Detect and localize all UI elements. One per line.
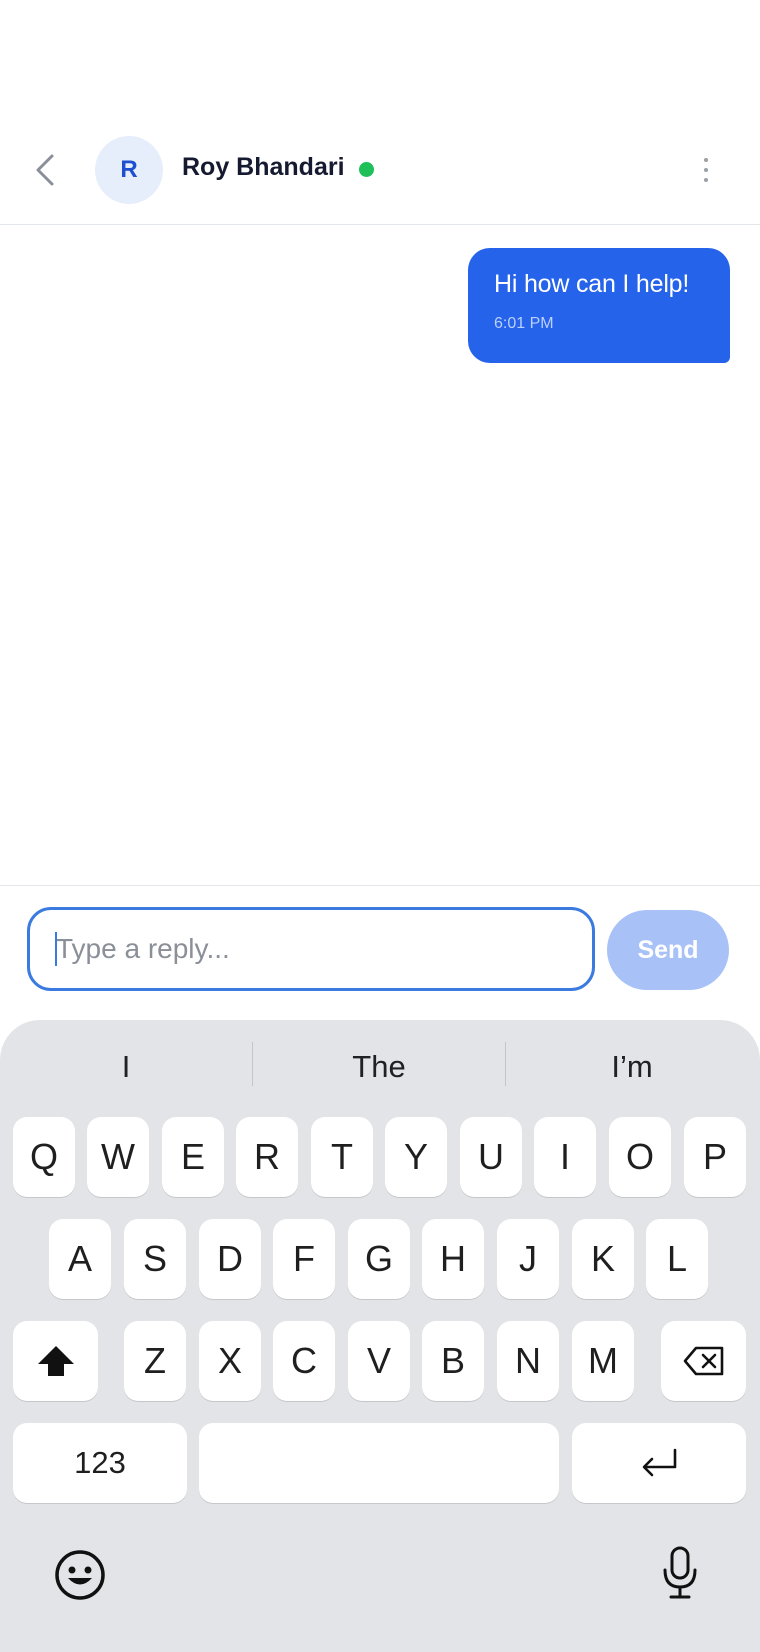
emoji-button[interactable]: [50, 1545, 110, 1605]
enter-key[interactable]: [572, 1423, 746, 1503]
shift-icon: [37, 1346, 74, 1376]
microphone-button[interactable]: [650, 1540, 710, 1606]
mic-icon: [663, 1546, 697, 1599]
key-y[interactable]: Y: [385, 1117, 447, 1197]
backspace-icon: [683, 1346, 723, 1376]
key-w[interactable]: W: [87, 1117, 149, 1197]
key-v[interactable]: V: [348, 1321, 410, 1401]
key-d[interactable]: D: [199, 1219, 261, 1299]
suggestion-1[interactable]: I: [0, 1042, 252, 1092]
key-o[interactable]: O: [609, 1117, 671, 1197]
key-e[interactable]: E: [162, 1117, 224, 1197]
backspace-key[interactable]: [661, 1321, 746, 1401]
key-l[interactable]: L: [646, 1219, 708, 1299]
emoji-icon: [55, 1550, 105, 1600]
suggestion-strip: I The I’m: [0, 1042, 760, 1092]
key-c[interactable]: C: [273, 1321, 335, 1401]
reply-input[interactable]: [27, 907, 595, 991]
key-q[interactable]: Q: [13, 1117, 75, 1197]
key-k[interactable]: K: [572, 1219, 634, 1299]
message-bubble-outgoing[interactable]: Hi how can I help! 6:01 PM: [468, 248, 730, 363]
online-status-dot: [359, 162, 374, 177]
contact-name: Roy Bhandari: [182, 153, 345, 181]
key-s[interactable]: S: [124, 1219, 186, 1299]
text-caret: [55, 932, 57, 966]
key-g[interactable]: G: [348, 1219, 410, 1299]
more-options-button[interactable]: [692, 150, 720, 190]
space-key[interactable]: [199, 1423, 559, 1503]
numbers-key[interactable]: 123: [13, 1423, 187, 1503]
key-b[interactable]: B: [422, 1321, 484, 1401]
key-r[interactable]: R: [236, 1117, 298, 1197]
suggestion-3[interactable]: I’m: [506, 1042, 758, 1092]
key-m[interactable]: M: [572, 1321, 634, 1401]
key-a[interactable]: A: [49, 1219, 111, 1299]
back-button[interactable]: [30, 150, 60, 190]
key-x[interactable]: X: [199, 1321, 261, 1401]
key-z[interactable]: Z: [124, 1321, 186, 1401]
key-p[interactable]: P: [684, 1117, 746, 1197]
chevron-left-icon: [36, 154, 54, 186]
key-f[interactable]: F: [273, 1219, 335, 1299]
key-i[interactable]: I: [534, 1117, 596, 1197]
avatar[interactable]: R: [95, 136, 163, 204]
key-j[interactable]: J: [497, 1219, 559, 1299]
message-text: Hi how can I help!: [494, 270, 690, 298]
enter-icon: [642, 1448, 677, 1477]
composer-bar: Send: [0, 885, 760, 1021]
key-t[interactable]: T: [311, 1117, 373, 1197]
key-n[interactable]: N: [497, 1321, 559, 1401]
message-list[interactable]: Hi how can I help! 6:01 PM: [0, 225, 760, 885]
shift-key[interactable]: [13, 1321, 98, 1401]
on-screen-keyboard: I The I’m Q W E R T Y U I O P A S D F G …: [0, 1020, 760, 1652]
chat-header: R Roy Bhandari: [0, 0, 760, 225]
suggestion-2[interactable]: The: [253, 1042, 505, 1092]
key-h[interactable]: H: [422, 1219, 484, 1299]
message-timestamp: 6:01 PM: [494, 315, 554, 332]
send-button[interactable]: Send: [607, 910, 729, 990]
key-u[interactable]: U: [460, 1117, 522, 1197]
more-vert-icon: [704, 158, 708, 182]
